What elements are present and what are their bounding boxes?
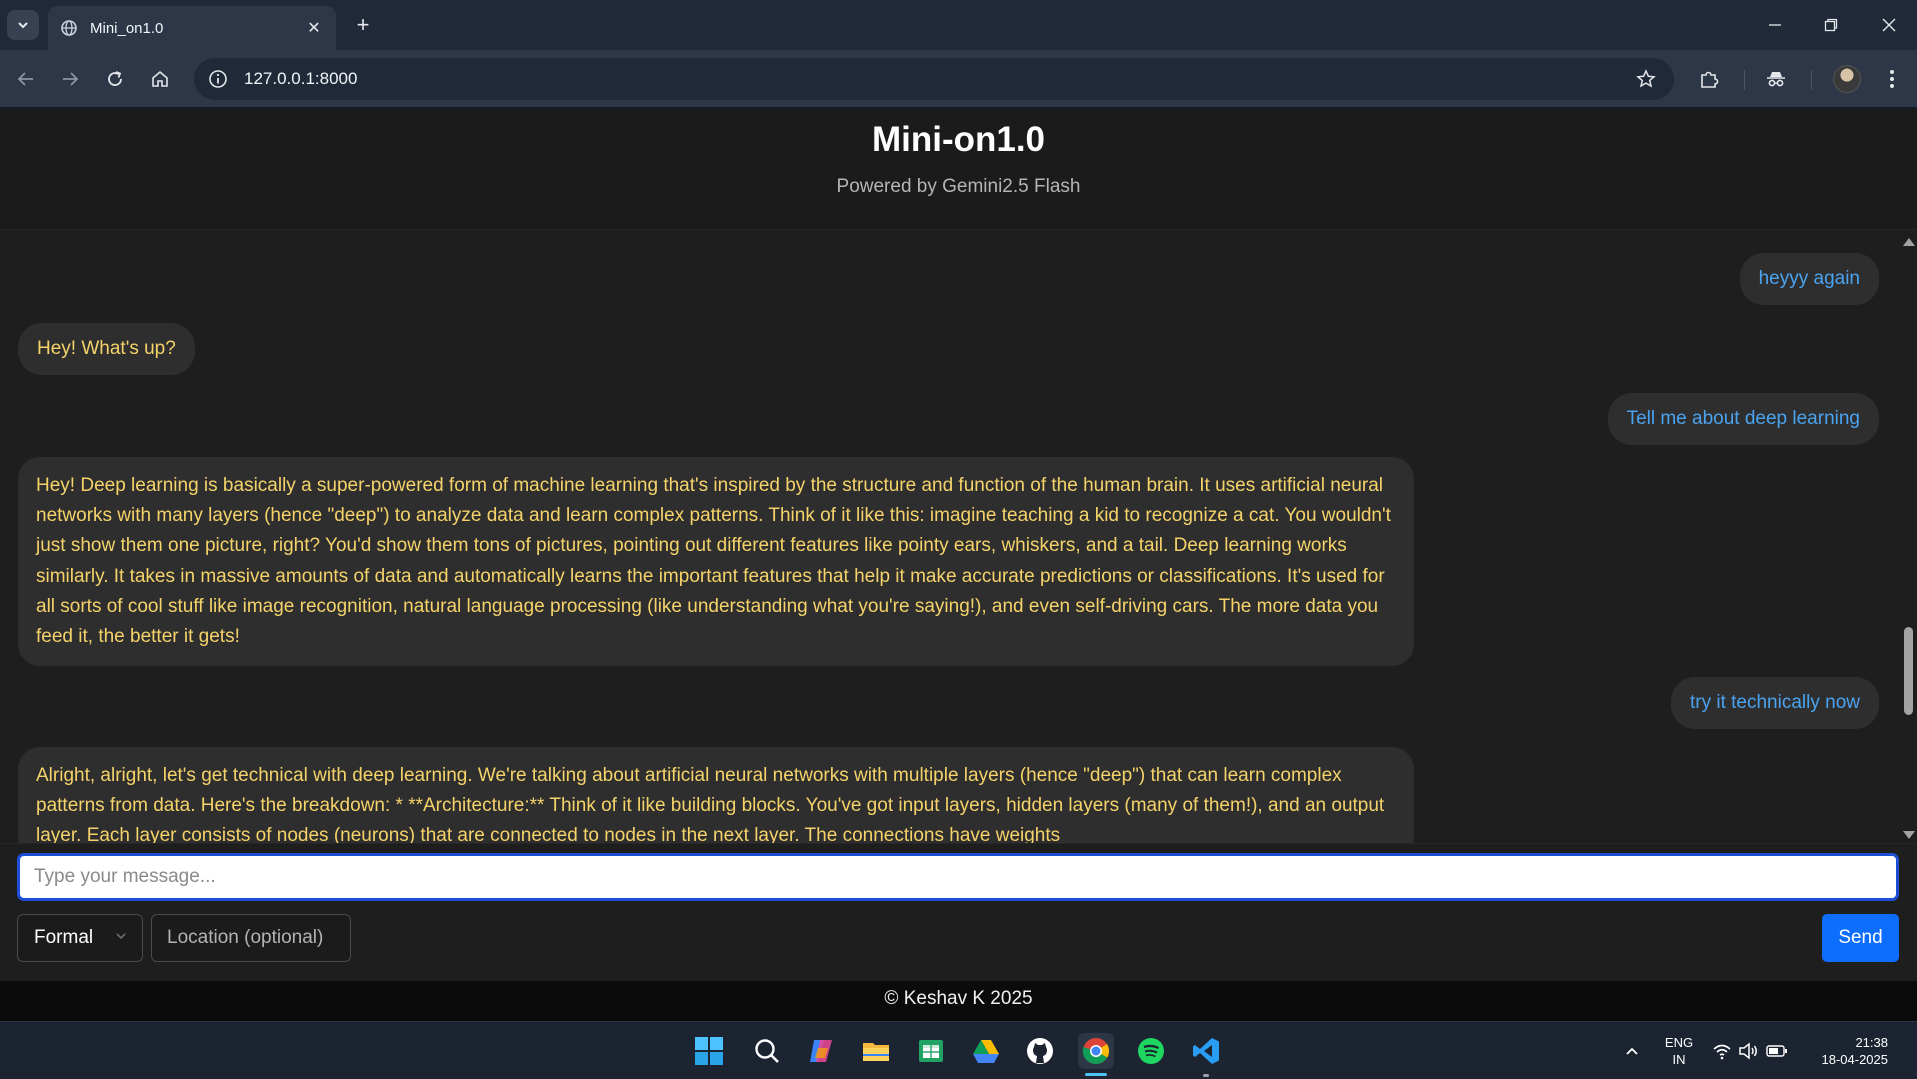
scroll-down-arrow-icon[interactable] <box>1903 831 1915 839</box>
message-input[interactable] <box>17 853 1899 901</box>
scroll-up-arrow-icon[interactable] <box>1903 238 1915 246</box>
show-hidden-icons-button[interactable] <box>1614 1033 1650 1069</box>
incognito-icon <box>1767 72 1785 87</box>
user-message: Tell me about deep learning <box>1607 393 1879 445</box>
wifi-icon <box>1713 1044 1731 1060</box>
search-icon <box>755 1039 779 1063</box>
globe-icon <box>61 20 77 36</box>
region-code: IN <box>1672 1052 1686 1067</box>
url-text[interactable]: 127.0.0.1:8000 <box>244 69 357 89</box>
close-icon <box>1882 18 1896 32</box>
battery-icon <box>1766 1045 1787 1057</box>
reload-icon <box>108 71 122 86</box>
running-app-indicator <box>1203 1074 1209 1077</box>
puzzle-icon <box>1701 71 1719 88</box>
home-icon <box>152 70 168 87</box>
profile-avatar[interactable] <box>1833 65 1861 93</box>
chat-scrollbar[interactable] <box>1899 233 1917 845</box>
incognito-button[interactable] <box>1761 64 1791 94</box>
clock-date: 18-04-2025 <box>1821 1052 1889 1067</box>
bot-message: Hey! What's up? <box>18 323 195 375</box>
restore-button[interactable] <box>1818 12 1844 38</box>
github-icon <box>1027 1038 1053 1064</box>
tone-select[interactable]: Formal <box>17 914 143 962</box>
close-tab-icon[interactable]: ✕ <box>304 18 324 38</box>
web-page: Mini-on1.0 Powered by Gemini2.5 Flash he… <box>0 108 1917 1021</box>
user-message: try it technically now <box>1670 677 1879 729</box>
arrow-right-icon <box>63 72 79 86</box>
tone-selected-value: Formal <box>34 927 94 948</box>
chrome-app[interactable] <box>1078 1033 1114 1069</box>
google-drive-app[interactable] <box>968 1033 1004 1069</box>
minimize-button[interactable] <box>1762 12 1788 38</box>
spreadsheet-icon <box>919 1040 943 1062</box>
browser-menu-button[interactable] <box>1877 64 1907 94</box>
back-button[interactable] <box>11 64 41 94</box>
clock-time: 21:38 <box>1855 1035 1888 1050</box>
github-app[interactable] <box>1022 1033 1058 1069</box>
kebab-menu-icon <box>1890 70 1894 88</box>
taskbar-search-button[interactable] <box>749 1033 785 1069</box>
system-tray-status[interactable] <box>1707 1033 1793 1069</box>
reload-button[interactable] <box>100 64 130 94</box>
spotify-app[interactable] <box>1133 1033 1169 1069</box>
send-button[interactable]: Send <box>1822 914 1899 962</box>
chevron-down-icon <box>18 22 28 29</box>
location-input[interactable] <box>151 914 351 962</box>
minimize-icon <box>1769 24 1781 26</box>
folder-icon <box>863 1043 889 1061</box>
bot-message: Hey! Deep learning is basically a super-… <box>18 457 1414 667</box>
windows-logo-icon <box>695 1037 723 1065</box>
new-tab-button[interactable]: + <box>350 12 376 38</box>
site-info-icon[interactable] <box>206 67 230 91</box>
address-bar[interactable]: 127.0.0.1:8000 <box>194 58 1674 100</box>
extensions-button[interactable] <box>1694 64 1724 94</box>
chevron-up-icon <box>1626 1047 1638 1055</box>
browser-toolbar: 127.0.0.1:8000 <box>0 50 1917 108</box>
browser-tab-bar: Mini_on1.0 ✕ + <box>0 0 1917 50</box>
app-subtitle: Powered by Gemini2.5 Flash <box>836 176 1081 197</box>
toolbar-divider <box>1744 70 1745 90</box>
toolbar-divider <box>1811 70 1812 90</box>
spotify-icon <box>1138 1038 1164 1064</box>
language-indicator[interactable]: ENG IN <box>1660 1034 1698 1068</box>
app-header: Mini-on1.0 Powered by Gemini2.5 Flash <box>0 108 1917 230</box>
browser-tab-active[interactable]: Mini_on1.0 ✕ <box>48 6 336 50</box>
home-button[interactable] <box>145 64 175 94</box>
arrow-left-icon <box>17 72 33 86</box>
forward-button[interactable] <box>55 64 85 94</box>
restore-icon <box>1824 18 1838 32</box>
user-message: heyyy again <box>1739 253 1879 305</box>
start-button[interactable] <box>691 1033 727 1069</box>
vscode-icon <box>1193 1038 1219 1064</box>
page-footer: © Keshav K 2025 <box>0 981 1917 1021</box>
scrollbar-thumb[interactable] <box>1904 627 1913 715</box>
google-drive-icon <box>973 1040 999 1063</box>
close-window-button[interactable] <box>1876 12 1902 38</box>
bookmark-star-icon[interactable] <box>1634 67 1658 91</box>
tab-title: Mini_on1.0 <box>90 19 164 37</box>
copilot-app[interactable] <box>803 1033 839 1069</box>
volume-icon <box>1739 1042 1757 1060</box>
app-title: Mini-on1.0 <box>871 120 1046 159</box>
active-app-indicator <box>1085 1073 1107 1076</box>
vscode-app[interactable] <box>1188 1033 1224 1069</box>
sheets-app[interactable] <box>913 1033 949 1069</box>
windows-taskbar: ENG IN 21:38 18-04-2025 <box>0 1021 1917 1079</box>
composer: Formal Send <box>0 843 1917 973</box>
chrome-icon <box>1082 1038 1110 1065</box>
copilot-icon <box>810 1040 832 1062</box>
clock[interactable]: 21:38 18-04-2025 <box>1808 1034 1889 1068</box>
language-code: ENG <box>1664 1035 1694 1050</box>
tab-search-button[interactable] <box>7 10 39 40</box>
chevron-down-icon <box>116 933 126 940</box>
file-explorer-app[interactable] <box>858 1033 894 1069</box>
